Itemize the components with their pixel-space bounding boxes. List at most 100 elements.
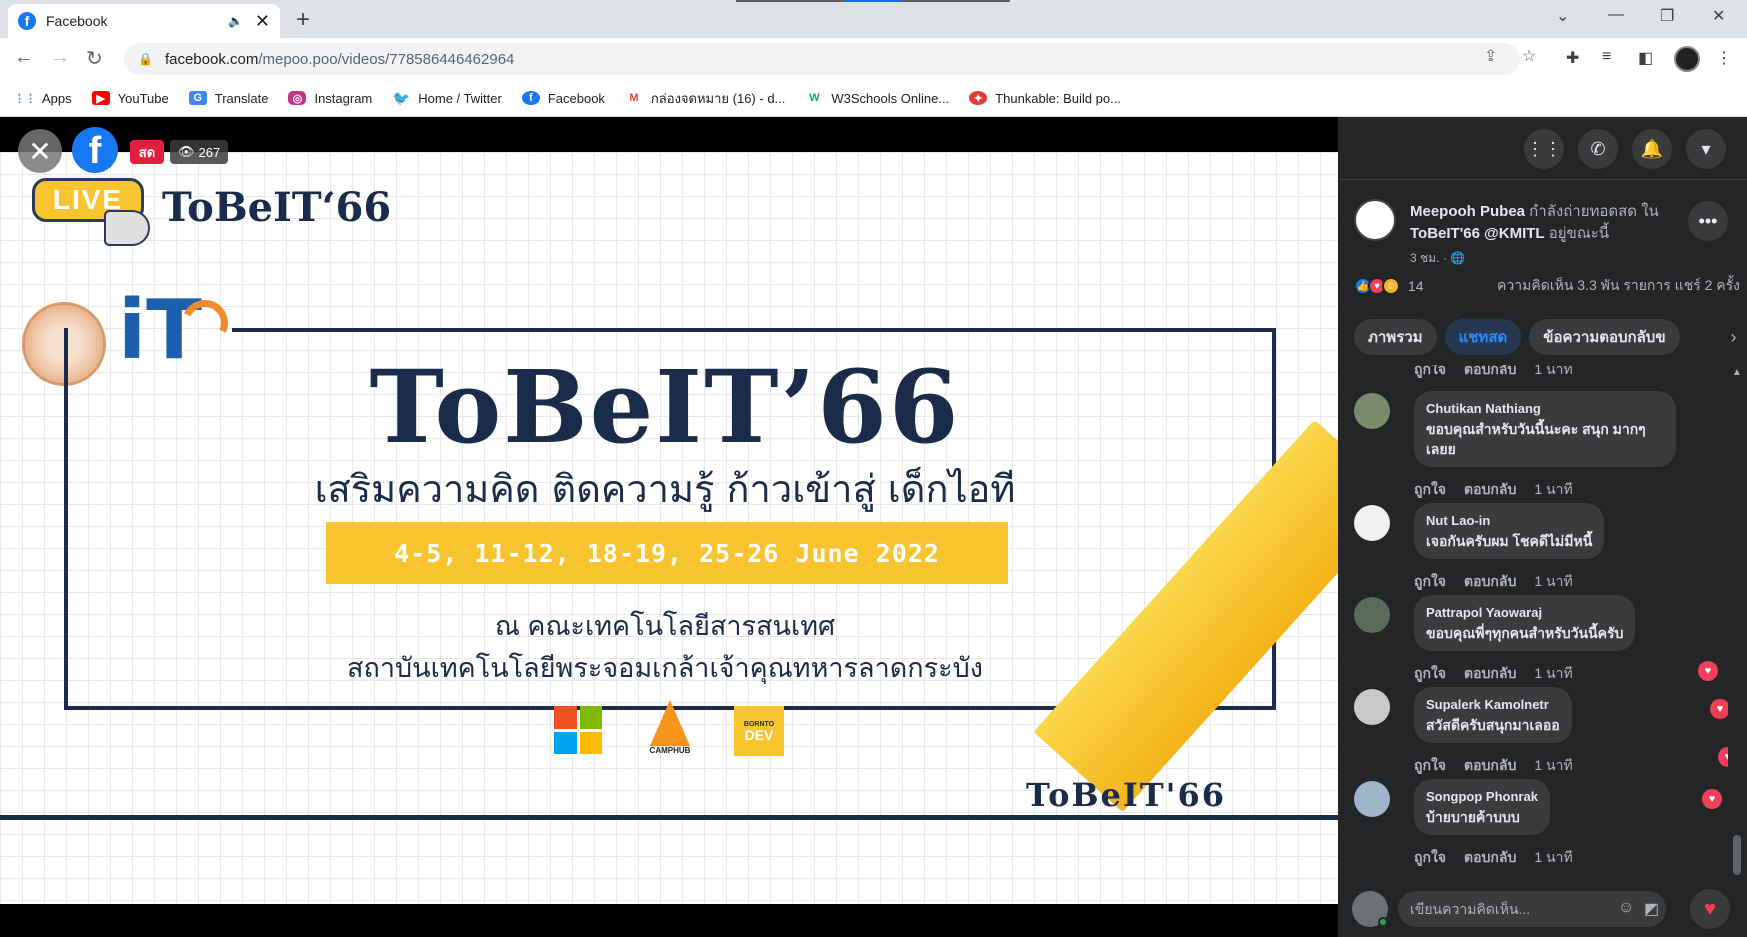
reaction-count: 14 [1408,278,1424,294]
side-panel-icon[interactable]: ◧ [1638,48,1653,68]
comment-time: 1 นาที [1534,365,1573,377]
bookmark-thunkable[interactable]: ✦ Thunkable: Build po... [969,91,1121,106]
send-heart-button[interactable]: ♥ [1690,889,1730,929]
commenter-name[interactable]: Nut Lao-in [1426,511,1592,531]
emoji-icon[interactable]: ☺ [1618,899,1634,917]
author-avatar[interactable] [1354,199,1396,241]
panel-tabs: ภาพรวม แชทสด ข้อความตอบกลับข [1354,319,1747,355]
new-tab-button[interactable]: + [296,6,310,34]
borntodev-logo: BORNTO DEV [734,706,784,756]
eye-icon: 👁 [178,144,195,159]
commenter-name[interactable]: Supalerk Kamolnetr [1426,695,1560,715]
bookmark-label: Home / Twitter [418,90,502,106]
speaker-icon[interactable]: 🔈 [228,14,243,28]
like-link[interactable]: ถูกใจ [1414,365,1446,381]
bookmark-star-icon[interactable]: ☆ [1522,46,1536,66]
bookmark-youtube[interactable]: ▶ YouTube [91,90,169,106]
reply-link[interactable]: ตอบกลับ [1464,365,1516,381]
post-more-button[interactable]: ••• [1688,201,1728,241]
like-link[interactable]: ถูกใจ [1414,663,1446,685]
close-video-button[interactable]: ✕ [18,129,62,173]
tabs-next-chevron-icon[interactable]: › [1720,319,1747,355]
author-name[interactable]: Meepooh Pubea [1410,203,1525,220]
comment-actions: ถูกใจ ตอบกลับ 1 นาที [1414,663,1573,685]
scroll-up-icon[interactable]: ▲ [1732,367,1742,378]
video-player[interactable]: ✕ f สด 👁 267 LIVE ToBeIT‘66 iT ToBeIT’66 … [0,117,1338,937]
like-link[interactable]: ถูกใจ [1414,755,1446,777]
reply-link[interactable]: ตอบกลับ [1464,663,1516,685]
minimize-button[interactable]: — [1608,6,1624,24]
facebook-icon: f [521,91,540,105]
restore-button[interactable]: ❐ [1660,6,1674,26]
comment-share-stats[interactable]: ความคิดเห็น 3.3 พัน รายการ แชร์ 2 ครั้ง [1497,275,1740,297]
account-dropdown-icon[interactable]: ▾ [1686,129,1726,169]
media-controls-icon[interactable]: ≡ [1602,48,1611,66]
avatar[interactable] [1354,781,1390,817]
bookmark-w3schools[interactable]: W W3Schools Online... [805,91,949,106]
comment-time: 1 นาที [1534,665,1573,681]
comment-bubble: Nut Lao-in เจอกันครับผม โชคดีไม่มีหนี้ [1414,503,1605,559]
commenter-name[interactable]: Chutikan Nathiang [1426,399,1664,419]
commenter-name[interactable]: Pattrapol Yaowaraj [1426,603,1623,623]
reply-link[interactable]: ตอบกลับ [1464,755,1516,777]
tab-overview[interactable]: ภาพรวม [1354,319,1437,355]
tab-search-chevron-icon[interactable]: ⌄ [1556,6,1569,26]
post-time[interactable]: 3 ชม. · 🌐 [1410,249,1465,268]
viewer-count-value: 267 [198,144,221,160]
comments-scrollbar[interactable]: ▲ ▼ [1730,365,1744,895]
avatar[interactable] [1354,689,1390,725]
slide-title-top: ToBeIT‘66 [162,184,392,231]
commenter-name[interactable]: Songpop Phonrak [1426,787,1538,807]
reply-link[interactable]: ตอบกลับ [1464,847,1516,869]
video-frame: LIVE ToBeIT‘66 iT ToBeIT’66 เสริมความคิด… [0,152,1338,904]
browser-tab[interactable]: f Facebook 🔈 ✕ [8,4,280,38]
avatar[interactable] [1354,393,1390,429]
lock-icon[interactable]: 🔒 [138,52,153,66]
browser-tab-bar: f Facebook 🔈 ✕ + ⌄ — ❐ ✕ [0,0,1747,38]
scrollbar-thumb[interactable] [1733,835,1741,875]
comment-time: 1 นาที [1534,573,1573,589]
forward-button[interactable]: → [50,46,70,69]
reply-link[interactable]: ตอบกลับ [1464,479,1516,501]
messenger-icon[interactable]: ✆ [1578,129,1618,169]
notifications-bell-icon[interactable]: 🔔 [1632,129,1672,169]
address-bar[interactable]: 🔒 facebook.com/mepoo.poo/videos/77858644… [124,43,1520,75]
profile-avatar[interactable] [1674,46,1700,72]
reload-button[interactable]: ↻ [86,46,103,71]
close-tab-icon[interactable]: ✕ [255,11,270,32]
like-link[interactable]: ถูกใจ [1414,571,1446,593]
reply-link[interactable]: ตอบกลับ [1464,571,1516,593]
bookmark-facebook[interactable]: f Facebook [521,91,605,106]
instagram-icon: ◎ [288,91,307,105]
facebook-logo-icon[interactable]: f [72,127,118,173]
close-window-button[interactable]: ✕ [1712,6,1725,26]
comment-actions: ถูกใจ ตอบกลับ 1 นาที [1414,847,1573,869]
bookmark-instagram[interactable]: ◎ Instagram [288,91,372,106]
bookmark-label: Instagram [314,90,373,106]
bookmark-label: YouTube [117,90,169,106]
reactions-row[interactable]: 👍 ♥ ☺ 14 ความคิดเห็น 3.3 พัน รายการ แชร์… [1354,275,1740,297]
bookmark-gmail[interactable]: M กล่องจดหมาย (16) - d... [625,88,785,109]
bookmark-twitter[interactable]: 🐦 Home / Twitter [392,90,502,106]
extensions-icon[interactable]: ✚ [1566,48,1579,68]
avatar[interactable] [1354,597,1390,633]
floating-heart-icon: ♥ [1710,699,1728,719]
bookmark-apps[interactable]: ⋮⋮ Apps [14,91,72,106]
menu-kebab-icon[interactable]: ⋮ [1716,48,1732,68]
share-icon[interactable]: ⇪ [1484,46,1497,66]
slide-bottom-line [0,815,1338,820]
bookmark-translate[interactable]: G Translate [188,91,268,106]
like-link[interactable]: ถูกใจ [1414,479,1446,501]
comment-text: ขอบคุณพี่ๆทุกคนสำหรับวันนี้ครับ [1426,625,1624,641]
back-button[interactable]: ← [14,46,34,69]
avatar[interactable] [1354,505,1390,541]
comment-text: บ้ายบายค้าบบบ [1426,809,1520,825]
tab-live-chat[interactable]: แชทสด [1444,319,1522,355]
tab-replies[interactable]: ข้อความตอบกลับข [1529,319,1680,355]
event-name[interactable]: ToBeIT'66 @KMITL [1410,225,1545,242]
menu-grid-icon[interactable]: ⋮⋮ [1524,129,1564,169]
sticker-icon[interactable]: ◩ [1644,899,1659,919]
like-link[interactable]: ถูกใจ [1414,847,1446,869]
browser-toolbar: ← → ↻ 🔒 facebook.com/mepoo.poo/videos/77… [0,38,1747,80]
apps-grid-icon: ⋮⋮ [14,92,36,105]
